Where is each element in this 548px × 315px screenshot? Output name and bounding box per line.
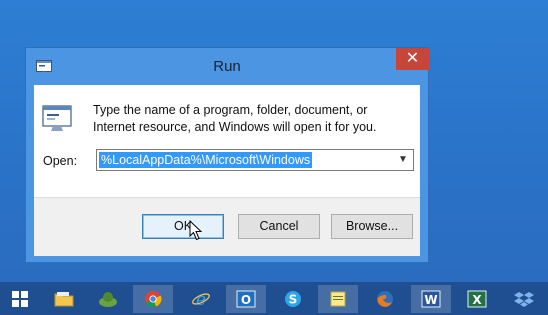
- window-title: Run: [213, 58, 241, 75]
- svg-text:e: e: [196, 290, 206, 308]
- word-icon: W: [421, 290, 441, 308]
- taskbar-word[interactable]: W: [411, 285, 451, 313]
- firefox-icon: [377, 291, 393, 307]
- skype-icon: S: [285, 291, 301, 307]
- ok-button[interactable]: OK: [142, 214, 224, 239]
- chevron-down-icon[interactable]: ▼: [395, 151, 411, 169]
- run-dialog: Run ✕ Type the name of a program, folder…: [25, 47, 429, 263]
- taskbar-excel[interactable]: X: [457, 285, 497, 313]
- open-label: Open:: [43, 154, 78, 168]
- close-button[interactable]: ✕: [396, 48, 429, 70]
- taskbar-chrome[interactable]: [133, 285, 173, 313]
- taskbar-skype[interactable]: S: [273, 285, 313, 313]
- taskbar-file-explorer[interactable]: [44, 285, 84, 313]
- taskbar-notes[interactable]: [318, 285, 358, 313]
- mouse-pointer-icon: [189, 220, 203, 241]
- svg-text:S: S: [289, 293, 298, 307]
- run-program-icon: [42, 105, 72, 131]
- open-combobox[interactable]: %LocalAppData%\Microsoft\Windows ▼: [96, 149, 414, 171]
- taskbar-dropbox[interactable]: [504, 285, 544, 313]
- taskbar-firefox[interactable]: [365, 285, 405, 313]
- start-button[interactable]: [0, 285, 40, 313]
- xbox-games-icon: [99, 292, 117, 307]
- taskbar: e O S W X: [0, 282, 548, 315]
- open-input-selected-text[interactable]: %LocalAppData%\Microsoft\Windows: [99, 152, 313, 168]
- windows-start-icon: [12, 291, 28, 307]
- dialog-body: Type the name of a program, folder, docu…: [34, 85, 420, 256]
- internet-explorer-icon: e: [192, 290, 210, 308]
- taskbar-outlook[interactable]: O: [226, 285, 266, 313]
- file-explorer-icon: [54, 292, 74, 307]
- word-letter: W: [424, 293, 437, 307]
- outlook-icon: O: [236, 290, 256, 308]
- notes-icon: [330, 291, 346, 307]
- excel-icon: X: [467, 290, 487, 308]
- title-bar[interactable]: Run ✕: [26, 48, 429, 85]
- browse-button[interactable]: Browse...: [331, 214, 413, 239]
- button-bar: OK Cancel Browse...: [34, 197, 420, 256]
- chrome-icon: [145, 291, 162, 308]
- excel-letter: X: [472, 293, 482, 307]
- taskbar-games[interactable]: [88, 285, 128, 313]
- run-description: Type the name of a program, folder, docu…: [93, 103, 377, 134]
- dropbox-icon: [514, 292, 534, 307]
- outlook-letter: O: [241, 293, 251, 307]
- taskbar-internet-explorer[interactable]: e: [181, 285, 221, 313]
- cancel-button[interactable]: Cancel: [238, 214, 320, 239]
